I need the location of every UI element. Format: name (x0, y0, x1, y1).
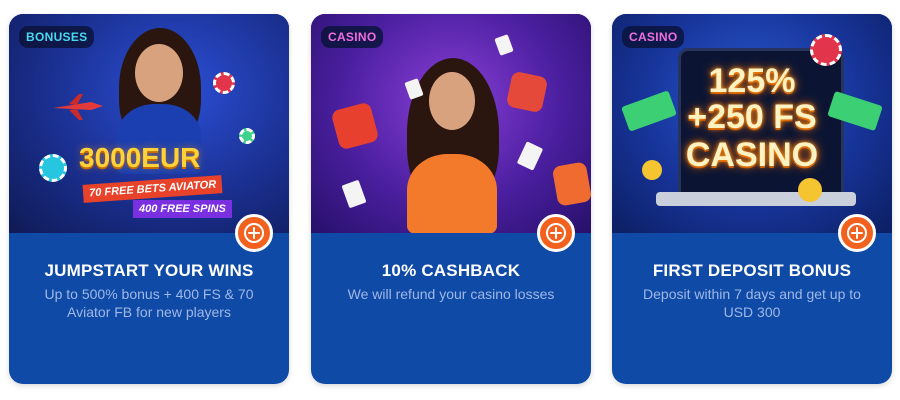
promo-card-body: FIRST DEPOSIT BONUS Deposit within 7 day… (612, 233, 892, 384)
promo-casino-label: CASINO (685, 136, 819, 174)
promo-card-cashback[interactable]: CASINO 10% CASHBACK We will refund your … (311, 14, 591, 384)
gift-icon (505, 70, 549, 114)
promo-card-first-deposit[interactable]: 125% +250 FS CASINO CASINO FIRST DEPOSIT… (612, 14, 892, 384)
promo-title: JUMPSTART YOUR WINS (44, 261, 254, 280)
playing-card-icon (494, 34, 514, 56)
promo-image-first-deposit: 125% +250 FS CASINO CASINO (612, 14, 892, 233)
category-badge: CASINO (321, 26, 384, 48)
add-button[interactable] (838, 214, 876, 252)
chip-icon (39, 154, 67, 182)
category-badge: BONUSES (19, 26, 95, 48)
promo-description: Up to 500% bonus + 400 FS & 70 Aviator F… (44, 286, 254, 320)
promo-ribbon-spins: 400 FREE SPINS (133, 200, 232, 218)
promo-cards: 3000EUR 70 FREE BETS AVIATOR 400 FREE SP… (0, 0, 900, 400)
category-badge: CASINO (622, 26, 685, 48)
promo-description: Deposit within 7 days and get up to USD … (643, 286, 861, 320)
promo-card-body: JUMPSTART YOUR WINS Up to 500% bonus + 4… (9, 233, 289, 384)
promo-title: 10% CASHBACK (381, 261, 521, 280)
promo-amount: 3000EUR (79, 142, 201, 173)
add-button[interactable] (235, 214, 273, 252)
illustration-top (407, 154, 497, 233)
gift-icon (551, 161, 591, 207)
promo-image-jumpstart: 3000EUR 70 FREE BETS AVIATOR 400 FREE SP… (9, 14, 289, 233)
add-button[interactable] (537, 214, 575, 252)
promo-percent: 125% (708, 62, 796, 100)
laptop-base (656, 192, 856, 206)
chip-icon (213, 72, 235, 94)
coin-icon (798, 178, 822, 202)
gift-icon (330, 101, 380, 151)
promo-image-cashback: CASINO (311, 14, 591, 233)
playing-card-icon (516, 141, 544, 171)
playing-card-icon (341, 179, 367, 209)
illustration-face (135, 44, 183, 102)
airplane-icon (53, 94, 103, 120)
illustration-face (429, 72, 475, 130)
promo-free-spins: +250 FS (687, 98, 817, 136)
promo-ribbon-aviator: 70 FREE BETS AVIATOR (82, 175, 223, 203)
promo-title: FIRST DEPOSIT BONUS (652, 261, 852, 280)
plus-circle-icon (847, 223, 867, 243)
promo-description: We will refund your casino losses (347, 286, 555, 302)
plus-circle-icon (546, 223, 566, 243)
promo-card-jumpstart[interactable]: 3000EUR 70 FREE BETS AVIATOR 400 FREE SP… (9, 14, 289, 384)
plus-circle-icon (244, 223, 264, 243)
promo-card-body: 10% CASHBACK We will refund your casino … (311, 233, 591, 384)
chip-icon (239, 128, 255, 144)
